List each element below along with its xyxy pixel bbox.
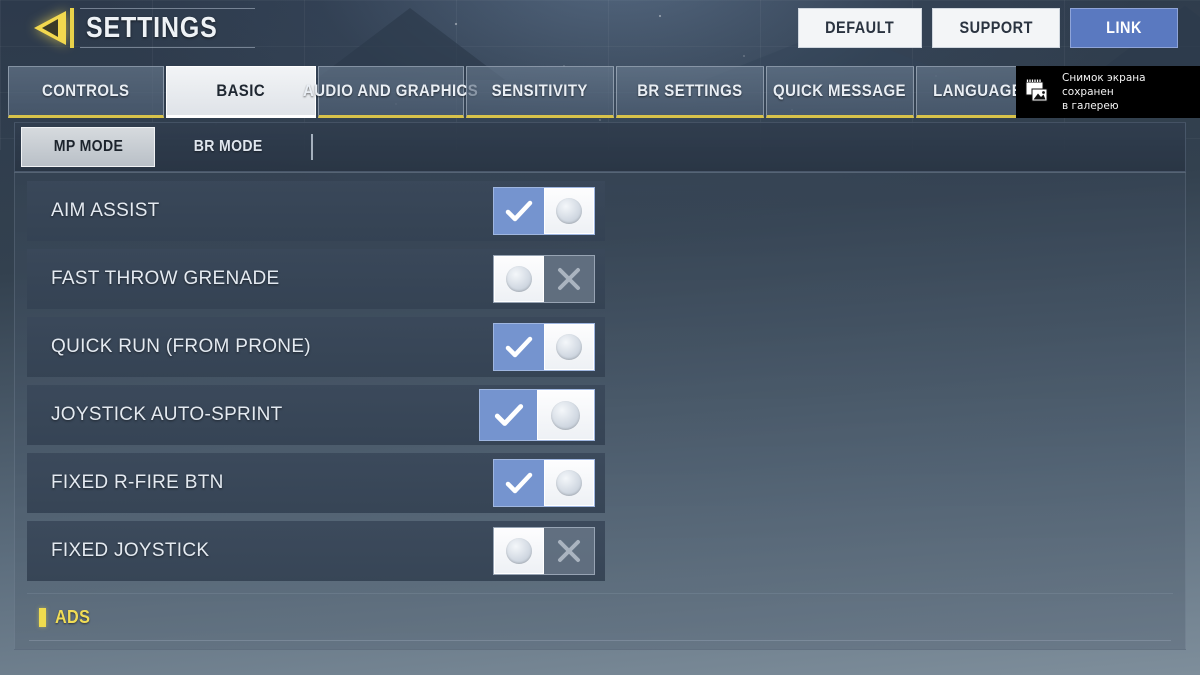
section-ads-header: ADS	[27, 594, 1173, 640]
setting-label: AIM ASSIST	[51, 200, 160, 221]
toggle-state-icon	[494, 188, 544, 234]
mode-tab-br-label: BR MODE	[193, 138, 263, 155]
mode-selector: MP MODE BR MODE	[14, 122, 1186, 172]
toggle-joystick-auto-sprint[interactable]	[479, 389, 595, 441]
setting-label: JOYSTICK AUTO-SPRINT	[51, 404, 283, 425]
setting-label: FIXED JOYSTICK	[51, 540, 210, 561]
settings-panel: AIM ASSIST FAST THROW GRENADE QUICK RUN …	[14, 172, 1186, 650]
toggle-state-icon	[544, 528, 594, 574]
tab-br-settings[interactable]: BR SETTINGS	[616, 66, 764, 118]
setting-label: FAST THROW GRENADE	[51, 268, 280, 289]
setting-row-fast-throw-grenade[interactable]: FAST THROW GRENADE	[27, 249, 605, 309]
back-chevron-icon[interactable]	[28, 8, 70, 48]
tab-br-settings-label: BR SETTINGS	[637, 81, 743, 100]
setting-label: FIXED R-FIRE BTN	[51, 472, 224, 493]
header: SETTINGS DEFAULT SUPPORT LINK	[0, 0, 1200, 56]
setting-row-fixed-joystick[interactable]: FIXED JOYSTICK	[27, 521, 605, 581]
tab-controls[interactable]: CONTROLS	[8, 66, 164, 118]
tab-sensitivity[interactable]: SENSITIVITY	[466, 66, 614, 118]
default-button[interactable]: DEFAULT	[798, 8, 922, 48]
setting-label: QUICK RUN (FROM PRONE)	[51, 336, 311, 357]
toast-text: Снимок экрана сохранен в галерею	[1062, 71, 1200, 113]
toggle-state-icon	[494, 324, 544, 370]
setting-row-fixed-r-fire-btn[interactable]: FIXED R-FIRE BTN	[27, 453, 605, 513]
toggle-knob	[494, 256, 544, 302]
toggle-state-icon	[480, 390, 537, 440]
page-title-box: SETTINGS	[70, 8, 256, 48]
page-title: SETTINGS	[86, 11, 218, 44]
mode-separator	[311, 134, 313, 160]
tab-quick-message-label: QUICK MESSAGE	[773, 81, 907, 100]
setting-row-quick-run-from-prone[interactable]: QUICK RUN (FROM PRONE)	[27, 317, 605, 377]
toggle-fixed-r-fire-btn[interactable]	[493, 459, 595, 507]
tab-audio-and-graphics-label: AUDIO AND GRAPHICS	[303, 81, 479, 100]
setting-row-aim-assist[interactable]: AIM ASSIST	[27, 181, 605, 241]
settings-screen: SETTINGS DEFAULT SUPPORT LINK CONTROLS B…	[0, 0, 1200, 675]
tab-audio-and-graphics[interactable]: AUDIO AND GRAPHICS	[303, 66, 478, 118]
mode-tab-br[interactable]: BR MODE	[161, 127, 295, 167]
toggle-quick-run-from-prone[interactable]	[493, 323, 595, 371]
toggle-knob	[494, 528, 544, 574]
section-ads: ADS TAP AND HOLD TO ADS TAP TO ADS HYBRI…	[27, 593, 1173, 649]
header-actions: DEFAULT SUPPORT LINK	[798, 8, 1178, 48]
toggle-knob	[537, 390, 594, 440]
setting-row-joystick-auto-sprint[interactable]: JOYSTICK AUTO-SPRINT	[27, 385, 605, 445]
default-button-label: DEFAULT	[825, 18, 895, 37]
mode-tab-mp-label: MP MODE	[53, 138, 123, 155]
toast-line-2: в галерею	[1062, 100, 1119, 112]
toggle-knob	[544, 188, 594, 234]
toggle-knob	[544, 324, 594, 370]
toast-line-1: Снимок экрана сохранен	[1062, 72, 1146, 98]
tab-basic[interactable]: BASIC	[166, 66, 316, 118]
support-button-label: SUPPORT	[959, 18, 1033, 37]
tab-language-label: LANGUAGE	[933, 81, 1023, 100]
tab-controls-label: CONTROLS	[42, 81, 130, 100]
section-ads-options: TAP AND HOLD TO ADS TAP TO ADS HYBRID AD…	[27, 641, 1173, 649]
toggle-state-icon	[494, 460, 544, 506]
support-button[interactable]: SUPPORT	[931, 8, 1060, 48]
settings-tabbar: CONTROLS BASIC AUDIO AND GRAPHICS SENSIT…	[8, 66, 1192, 118]
link-button-label: LINK	[1106, 18, 1142, 37]
tab-basic-label: BASIC	[216, 81, 266, 100]
toggle-aim-assist[interactable]	[493, 187, 595, 235]
toggle-grid: AIM ASSIST FAST THROW GRENADE QUICK RUN …	[15, 173, 1185, 589]
section-ads-title: ADS	[54, 606, 91, 627]
toggle-fixed-joystick[interactable]	[493, 527, 595, 575]
tab-sensitivity-label: SENSITIVITY	[491, 81, 589, 100]
screenshot-saved-toast: Снимок экрана сохранен в галерею	[1016, 66, 1200, 118]
toggle-state-icon	[544, 256, 594, 302]
toggle-knob	[544, 460, 594, 506]
mode-tab-mp[interactable]: MP MODE	[21, 127, 155, 167]
link-button[interactable]: LINK	[1070, 8, 1178, 48]
section-accent-bar	[39, 607, 46, 627]
back-and-title: SETTINGS	[28, 8, 256, 48]
screenshot-saved-icon	[1024, 78, 1054, 106]
tab-quick-message[interactable]: QUICK MESSAGE	[766, 66, 914, 118]
toggle-fast-throw-grenade[interactable]	[493, 255, 595, 303]
